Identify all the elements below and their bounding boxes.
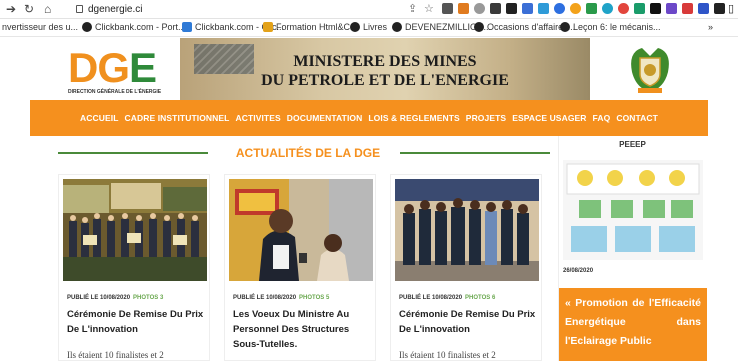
card-title[interactable]: Cérémonie De Remise Du Prix De L'innovat… (67, 307, 207, 337)
bookmark-item[interactable]: Leçon 6: le mécanis... (560, 22, 661, 32)
forward-icon[interactable]: ➔ (6, 2, 16, 17)
bookmark-icon (392, 22, 402, 32)
news-card[interactable]: PUBLIÉ LE 10/08/2020 PHOTOS 5 Les Voeux D… (224, 174, 376, 361)
nav-projets[interactable]: PROJETS (466, 113, 506, 123)
news-photo[interactable] (395, 179, 539, 281)
news-card[interactable]: PUBLIÉ LE 10/08/2020 PHOTOS 3 Cérémonie D… (58, 174, 210, 361)
extension-icon[interactable] (458, 3, 469, 14)
nav-lois-reglements[interactable]: LOIS & REGLEMENTS (368, 113, 459, 123)
card-meta: PUBLIÉ LE 10/08/2020 PHOTOS 3 (67, 295, 164, 301)
reload-icon[interactable]: ↻ (24, 2, 34, 17)
extension-icon[interactable] (618, 3, 629, 14)
sidebar-panel-icon[interactable]: ▯ (728, 2, 734, 15)
extension-icon[interactable] (554, 3, 565, 14)
sidebar-peeep: PEEEP 26/08/2020 « Promotion de l'Effica… (558, 136, 707, 361)
share-icon[interactable]: ⇪ (408, 2, 417, 15)
extension-icon[interactable] (506, 3, 517, 14)
extension-icon[interactable] (698, 3, 709, 14)
lock-icon (76, 5, 83, 13)
extension-icon[interactable] (442, 3, 453, 14)
dge-logo[interactable]: DGE DIRECTION GÉNÉRALE DE L'ÉNERGIE (68, 47, 168, 96)
news-photo[interactable] (63, 179, 207, 281)
sidebar-title: PEEEP (619, 140, 646, 149)
logo-subtitle: DIRECTION GÉNÉRALE DE L'ÉNERGIE (68, 89, 162, 95)
section-heading: ACTUALITÉS DE LA DGE (58, 144, 558, 160)
nav-accueil[interactable]: ACCUEIL (80, 113, 118, 123)
site-header: DGE DIRECTION GÉNÉRALE DE L'ÉNERGIE MINI… (30, 38, 708, 100)
extension-icon[interactable] (490, 3, 501, 14)
puzzle-icon[interactable] (714, 3, 725, 14)
bookmarks-overflow-button[interactable]: » (708, 22, 713, 32)
card-title[interactable]: Cérémonie De Remise Du Prix De L'innovat… (399, 307, 539, 337)
address-url: dgenergie.ci (88, 4, 143, 15)
extension-icon[interactable] (474, 3, 485, 14)
photo-count[interactable]: PHOTOS 3 (133, 295, 163, 301)
nav-activites[interactable]: ACTIVITES (235, 113, 280, 123)
bookmark-icon (350, 22, 360, 32)
bookmark-icon (82, 22, 92, 32)
bookmark-icon (560, 22, 570, 32)
bookmark-icon (182, 22, 192, 32)
banner-title-line2: DU PETROLE ET DE L'ENERGIE (261, 72, 509, 89)
extension-icon[interactable] (682, 3, 693, 14)
card-meta: PUBLIÉ LE 10/08/2020 PHOTOS 6 (399, 295, 496, 301)
section-title: ACTUALITÉS DE LA DGE (235, 146, 381, 160)
coat-of-arms-icon (631, 48, 669, 93)
news-photo[interactable] (229, 179, 373, 281)
promo-box[interactable]: « Promotion de l'Efficacité Energétique … (559, 288, 707, 361)
address-bar[interactable]: dgenergie.ci (74, 2, 344, 17)
ministry-banner: MINISTERE DES MINES DU PETROLE ET DE L'E… (180, 38, 590, 100)
card-excerpt: Ils étaient 10 finalistes et 2 (399, 350, 496, 360)
nav-faq[interactable]: FAQ (593, 113, 611, 123)
peeep-infographic[interactable] (563, 160, 703, 260)
sidebar-date: 26/08/2020 (563, 268, 594, 274)
extension-icon[interactable] (586, 3, 597, 14)
card-excerpt: Ils étaient 10 finalistes et 2 (67, 350, 164, 360)
nav-contact[interactable]: CONTACT (616, 113, 658, 123)
extension-icon[interactable] (570, 3, 581, 14)
promo-text[interactable]: « Promotion de l'Efficacité Energétique … (565, 294, 701, 351)
extensions-bar (442, 3, 725, 16)
card-title[interactable]: Les Voeux Du Ministre Au Personnel Des S… (233, 307, 373, 352)
news-card[interactable]: PUBLIÉ LE 10/08/2020 PHOTOS 6 Cérémonie D… (390, 174, 542, 361)
nav-documentation[interactable]: DOCUMENTATION (287, 113, 363, 123)
bookmark-item[interactable]: Livres (350, 22, 387, 32)
extension-icon[interactable] (538, 3, 549, 14)
photo-count[interactable]: PHOTOS 5 (299, 295, 329, 301)
main-navigation: ACCUEIL CADRE INSTITUTIONNEL ACTIVITES D… (30, 100, 708, 136)
extension-icon[interactable] (650, 3, 661, 14)
bookmark-item[interactable]: nvertisseur des u... (2, 22, 78, 32)
extension-icon[interactable] (666, 3, 677, 14)
nav-cadre-institutionnel[interactable]: CADRE INSTITUTIONNEL (125, 113, 230, 123)
card-meta: PUBLIÉ LE 10/08/2020 PHOTOS 5 (233, 295, 330, 301)
bookmark-item[interactable]: Clickbank.com - Port... (82, 22, 186, 32)
photo-count[interactable]: PHOTOS 6 (465, 295, 495, 301)
bookmark-icon (474, 22, 484, 32)
bookmarks-bar: nvertisseur des u... Clickbank.com - Por… (0, 19, 738, 37)
bookmark-icon (263, 22, 273, 32)
star-icon[interactable]: ☆ (424, 2, 434, 15)
home-icon[interactable]: ⌂ (44, 2, 51, 17)
banner-title-line1: MINISTERE DES MINES (293, 53, 477, 70)
extension-icon[interactable] (602, 3, 613, 14)
extension-icon[interactable] (634, 3, 645, 14)
browser-toolbar: ➔ ↻ ⌂ dgenergie.ci ⇪ ☆ ▯ (0, 0, 738, 19)
nav-espace-usager[interactable]: ESPACE USAGER (512, 113, 586, 123)
main-content: ACTUALITÉS DE LA DGE PUBLIÉ LE 10/08/202… (30, 136, 708, 361)
bookmark-item[interactable]: Formation Html&C... (263, 22, 358, 32)
extension-icon[interactable] (522, 3, 533, 14)
